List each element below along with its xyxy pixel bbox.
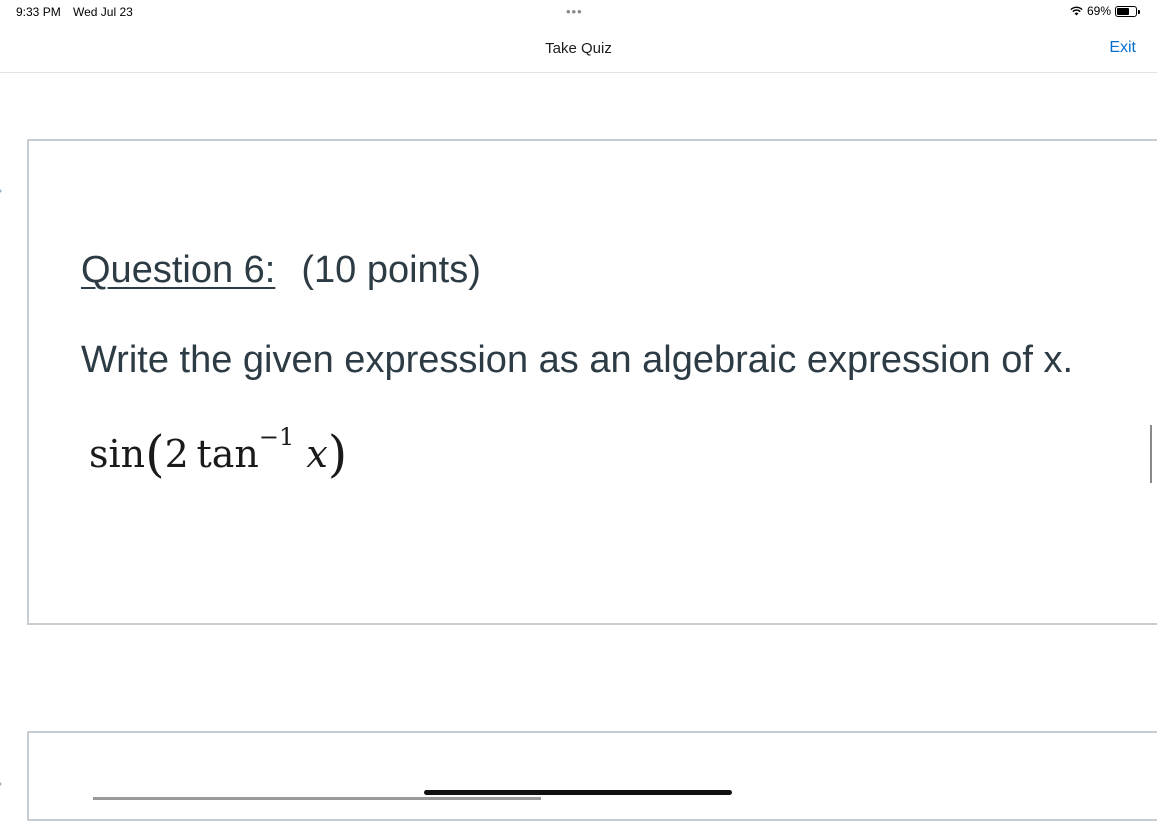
chevron-right-icon[interactable] [0,778,4,790]
math-close-paren: ) [327,425,348,483]
math-inner-func: tan [196,432,259,476]
next-question-card [27,731,1157,821]
battery-fill [1117,7,1130,15]
page-title: Take Quiz [545,40,612,57]
answer-input-underline [93,797,541,800]
scrollbar[interactable] [1150,425,1152,483]
multitasking-dots-icon[interactable]: ••• [566,4,583,19]
home-indicator[interactable] [424,790,732,795]
status-time: 9:33 PM [16,5,61,19]
math-variable: x [306,432,328,476]
battery-percent: 69% [1086,4,1111,18]
nav-bar: Take Quiz Exit [0,30,1157,73]
chevron-right-icon[interactable] [0,185,4,197]
question-card: Question 6: (10 points) Write the given e… [27,139,1157,625]
battery-tip [1138,9,1140,14]
status-right: 69% [1070,4,1140,18]
battery-icon [1115,5,1140,17]
exit-button[interactable]: Exit [1109,39,1136,57]
math-expression: sin(2 tan−1 x) [89,423,347,483]
wifi-icon [1070,6,1083,16]
question-prompt: Write the given expression as an algebra… [81,339,1074,381]
math-open-paren: ( [145,425,165,483]
question-number: Question 6: [81,249,276,291]
question-header: Question 6: (10 points) [81,249,481,292]
math-func: sin [89,432,146,476]
math-exponent: −1 [258,423,295,451]
status-date: Wed Jul 23 [73,5,133,19]
math-coef: 2 [164,432,189,476]
status-bar: 9:33 PM Wed Jul 23 ••• 69% [0,0,1157,24]
question-points: (10 points) [301,249,481,291]
